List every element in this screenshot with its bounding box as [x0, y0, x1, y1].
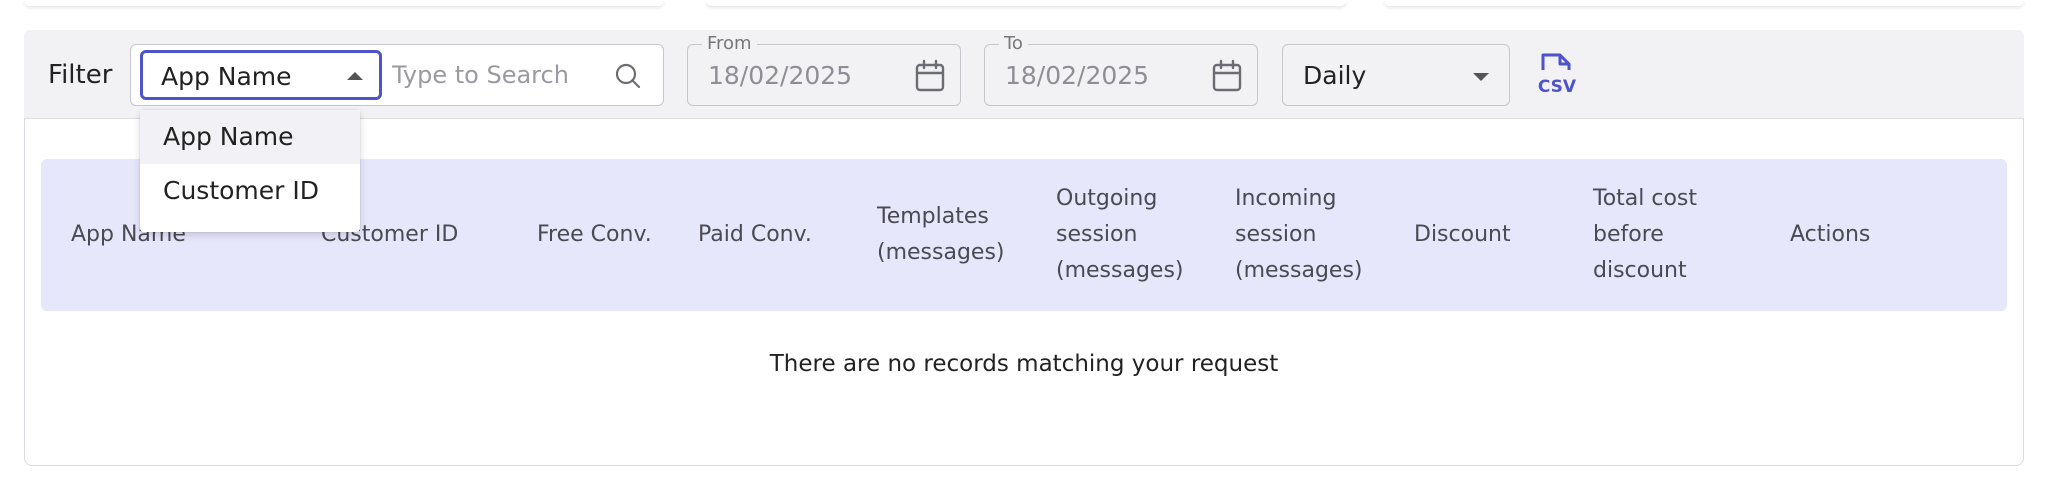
period-select[interactable]: Daily [1282, 44, 1510, 106]
caret-down-icon [1473, 73, 1489, 81]
svg-text:CSV: CSV [1538, 77, 1577, 97]
menu-item-app-name[interactable]: App Name [140, 110, 360, 164]
column-header-outgoing-session: Outgoing session (messages) [1056, 186, 1184, 283]
calendar-icon[interactable] [1211, 59, 1243, 93]
empty-state-message: There are no records matching your reque… [769, 351, 1279, 377]
column-header-paid-conv: Paid Conv. [698, 222, 812, 247]
caret-up-icon [347, 72, 363, 80]
column-header-actions: Actions [1790, 222, 1871, 247]
menu-item-customer-id[interactable]: Customer ID [140, 164, 360, 218]
search-input[interactable] [392, 56, 612, 94]
field-select[interactable]: App Name [140, 50, 382, 100]
calendar-icon[interactable] [914, 59, 946, 93]
column-header-free-conv: Free Conv. [537, 222, 652, 247]
from-date-value: 18/02/2025 [708, 61, 853, 90]
filter-label: Filter [48, 60, 113, 90]
column-header-discount: Discount [1414, 222, 1511, 247]
filter-bar: Filter App Name From 18/02/2025 To 18/02… [24, 30, 2024, 120]
field-select-menu: App Name Customer ID [140, 110, 360, 232]
column-header-incoming-session: Incoming session (messages) [1235, 186, 1363, 283]
summary-card [1384, 0, 2024, 6]
column-header-total-cost: Total cost before discount [1593, 186, 1698, 283]
period-select-value: Daily [1303, 61, 1367, 90]
summary-card [24, 0, 664, 6]
summary-card [706, 0, 1346, 6]
to-date-field[interactable]: To 18/02/2025 [984, 34, 1258, 106]
to-date-label: To [999, 34, 1028, 54]
csv-download-icon[interactable]: CSV [1534, 50, 1580, 98]
from-date-label: From [702, 34, 757, 54]
from-date-field[interactable]: From 18/02/2025 [687, 34, 961, 106]
summary-cards-strip [0, 0, 2048, 8]
search-icon[interactable] [614, 62, 642, 90]
field-select-value: App Name [161, 62, 292, 91]
to-date-value: 18/02/2025 [1005, 61, 1150, 90]
column-header-templates: Templates (messages) [877, 204, 1005, 265]
